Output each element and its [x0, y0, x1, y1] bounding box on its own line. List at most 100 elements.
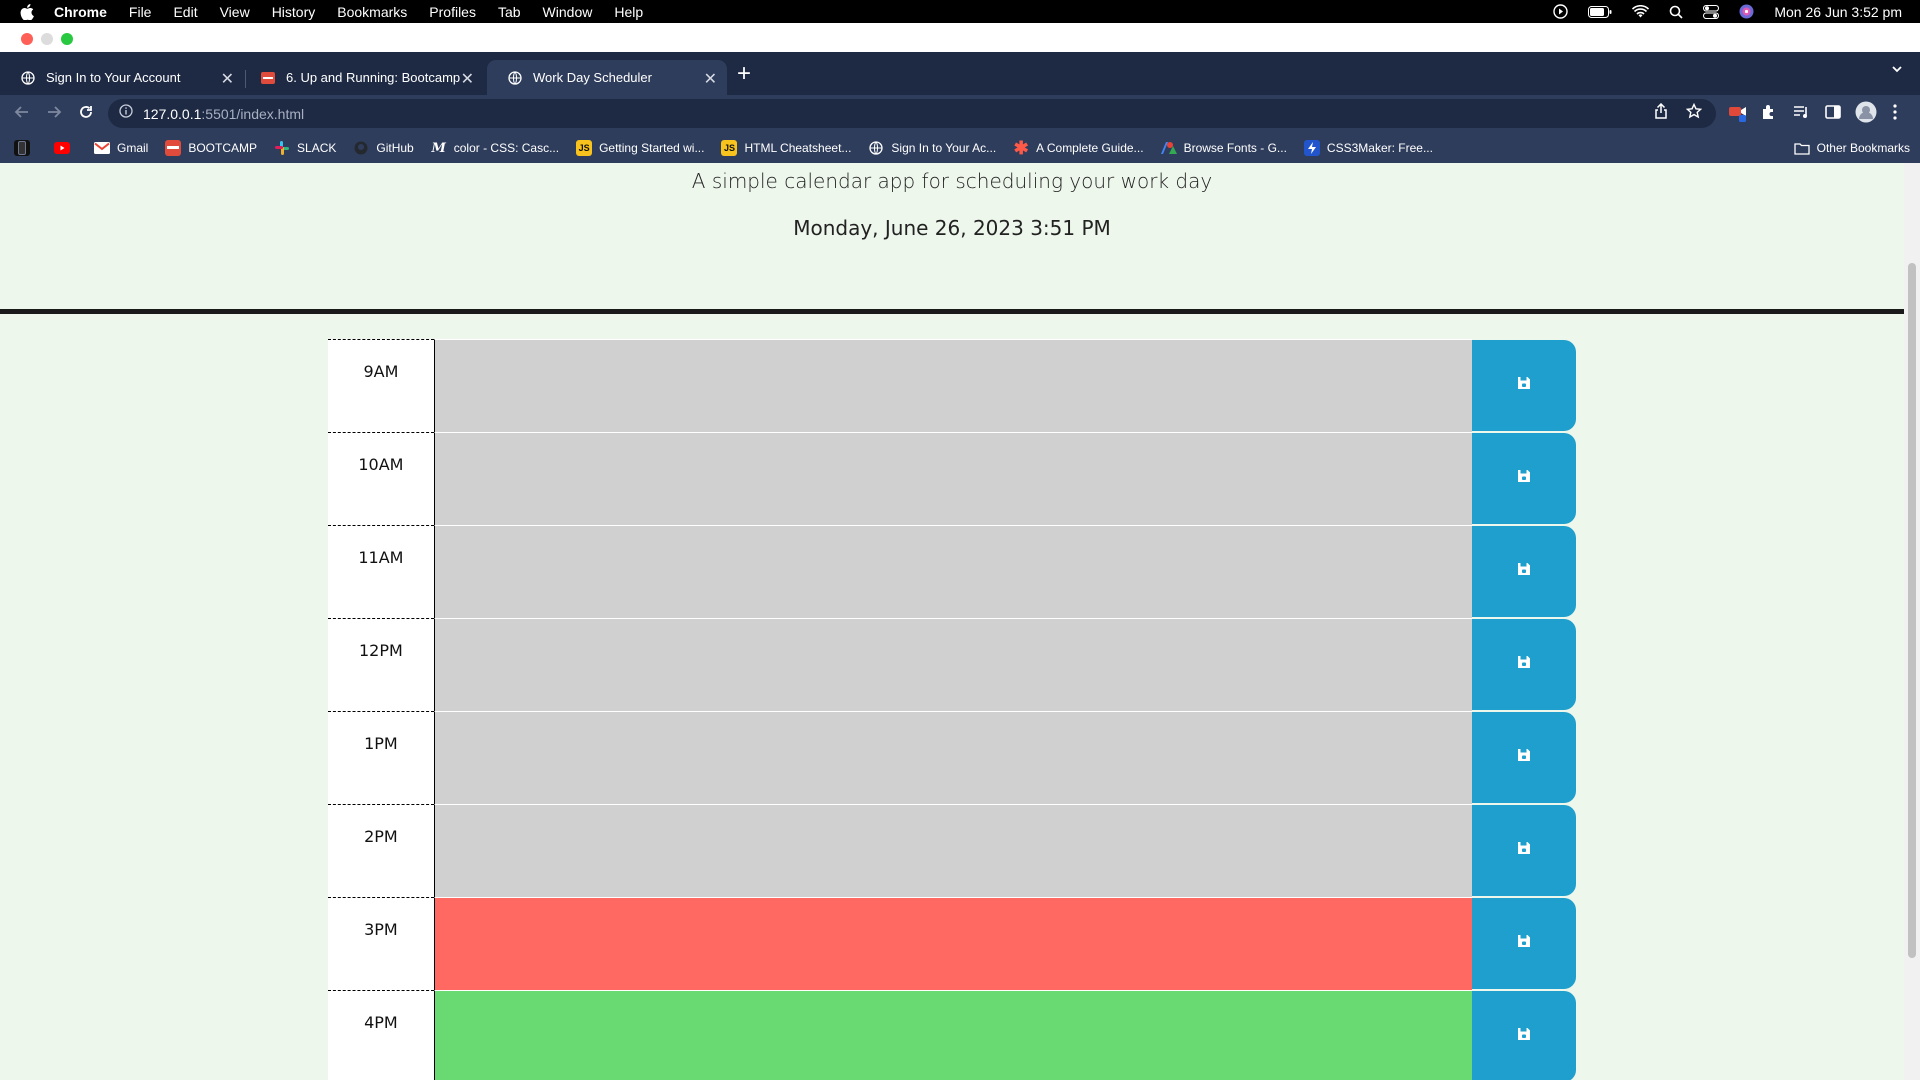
close-tab-icon[interactable]: ✕ — [704, 69, 717, 89]
bookmark-star-icon[interactable] — [1685, 102, 1703, 124]
url-path: :5501/index.html — [201, 105, 305, 122]
bookmark-google-fonts[interactable]: Browse Fonts - G... — [1160, 140, 1287, 156]
menu-profiles[interactable]: Profiles — [429, 4, 476, 20]
menu-tab[interactable]: Tab — [498, 4, 521, 20]
save-button[interactable] — [1472, 340, 1576, 431]
bookmarks-bar: Gmail BOOTCAMP SLACK GitHub M color - CS… — [0, 133, 1920, 163]
menu-window[interactable]: Window — [543, 4, 593, 20]
save-button[interactable] — [1472, 433, 1576, 524]
header-divider — [0, 309, 1904, 314]
bookmark-label: Gmail — [117, 141, 149, 155]
save-button[interactable] — [1472, 991, 1576, 1080]
event-description-input[interactable] — [433, 525, 1473, 618]
bookmark-gmail[interactable]: Gmail — [94, 140, 148, 156]
minimize-window-button[interactable] — [41, 33, 53, 45]
bookmark-slack[interactable]: SLACK — [274, 140, 336, 156]
time-block-row: 2PM — [328, 804, 1576, 897]
other-bookmarks-label: Other Bookmarks — [1816, 141, 1910, 155]
bookmark-youtube[interactable] — [54, 140, 77, 156]
event-description-input[interactable] — [433, 339, 1473, 432]
battery-icon[interactable] — [1588, 5, 1612, 18]
event-description-input[interactable] — [433, 804, 1473, 897]
site-info-icon[interactable] — [119, 104, 133, 123]
extensions-puzzle-icon[interactable] — [1760, 103, 1778, 126]
event-description-input[interactable] — [433, 897, 1473, 990]
bookmark-html-cheatsheet[interactable]: JS HTML Cheatsheet... — [721, 140, 851, 156]
hour-label: 2PM — [328, 804, 434, 897]
bookmark-bootcamp[interactable]: BOOTCAMP — [165, 140, 257, 156]
siri-icon[interactable] — [1739, 4, 1754, 19]
event-description-input[interactable] — [433, 990, 1473, 1080]
media-play-icon[interactable] — [1553, 4, 1569, 19]
other-bookmarks[interactable]: Other Bookmarks — [1793, 140, 1910, 156]
bookmark-phone[interactable] — [14, 140, 37, 156]
profile-avatar[interactable] — [1855, 101, 1877, 128]
save-button[interactable] — [1472, 526, 1576, 617]
side-panel-icon[interactable] — [1824, 103, 1842, 126]
save-button[interactable] — [1472, 712, 1576, 803]
save-icon — [1517, 748, 1531, 767]
tab-strip: Sign In to Your Account ✕ 6. Up and Runn… — [0, 52, 1920, 95]
event-description-input[interactable] — [433, 618, 1473, 711]
current-day: Monday, June 26, 2023 3:51 PM — [793, 216, 1111, 240]
bookmark-getting-started[interactable]: JS Getting Started wi... — [576, 140, 704, 156]
schedule: 9AM 10AM 11AM 12PM 1PM 2PM 3PM 4PM — [328, 339, 1576, 1080]
forward-arrow-icon[interactable] — [46, 104, 62, 125]
menu-app-name[interactable]: Chrome — [54, 4, 107, 20]
menu-file[interactable]: File — [129, 4, 152, 20]
page-scrollbar[interactable] — [1904, 163, 1920, 1080]
tab-work-day-scheduler[interactable]: Work Day Scheduler ✕ — [487, 60, 727, 95]
close-tab-icon[interactable]: ✕ — [221, 69, 234, 89]
tab-search-chevron-icon[interactable] — [1890, 62, 1904, 81]
save-button[interactable] — [1472, 619, 1576, 710]
bookmark-mdn-color[interactable]: M color - CSS: Casc... — [431, 140, 560, 156]
bookmark-github[interactable]: GitHub — [353, 140, 414, 156]
kebab-menu-icon[interactable] — [1892, 104, 1898, 125]
share-icon[interactable] — [1654, 102, 1668, 124]
close-tab-icon[interactable]: ✕ — [461, 69, 474, 89]
address-bar[interactable]: 127.0.0.1:5501/index.html — [108, 99, 1716, 128]
menu-edit[interactable]: Edit — [173, 4, 197, 20]
time-block-row: 3PM — [328, 897, 1576, 990]
window-title-area — [0, 23, 1920, 52]
save-button[interactable] — [1472, 805, 1576, 896]
macos-menu-bar: Chrome File Edit View History Bookmarks … — [0, 0, 1920, 23]
tab-title: Work Day Scheduler — [533, 70, 652, 85]
js-icon: JS — [721, 140, 738, 156]
apple-icon[interactable] — [20, 3, 36, 20]
tab-bootcamp[interactable]: 6. Up and Running: Bootcamp Co ✕ — [240, 60, 484, 95]
reload-icon[interactable] — [78, 104, 94, 125]
tab-title: 6. Up and Running: Bootcamp Co — [286, 70, 461, 85]
hour-label: 12PM — [328, 618, 434, 711]
menu-help[interactable]: Help — [614, 4, 643, 20]
control-center-icon[interactable] — [1703, 4, 1720, 19]
page-content: A simple calendar app for scheduling you… — [0, 163, 1904, 1080]
bookmark-css3maker[interactable]: CSS3Maker: Free... — [1303, 140, 1433, 156]
bookmark-complete-guide[interactable]: ✱ A Complete Guide... — [1013, 138, 1144, 158]
save-button[interactable] — [1472, 898, 1576, 989]
event-description-input[interactable] — [433, 711, 1473, 804]
new-tab-button[interactable]: + — [737, 62, 751, 86]
reading-list-icon[interactable] — [1792, 103, 1810, 126]
spotlight-search-icon[interactable] — [1669, 5, 1683, 19]
zoom-window-button[interactable] — [61, 33, 73, 45]
tab-sign-in[interactable]: Sign In to Your Account ✕ — [0, 60, 244, 95]
back-arrow-icon[interactable] — [14, 104, 30, 125]
mdn-icon: M — [431, 140, 446, 156]
menu-bookmarks[interactable]: Bookmarks — [337, 4, 407, 20]
menu-history[interactable]: History — [272, 4, 316, 20]
scrollbar-thumb[interactable] — [1908, 263, 1916, 958]
time-block-row: 10AM — [328, 432, 1576, 525]
time-block-row: 4PM — [328, 990, 1576, 1080]
time-block-row: 9AM — [328, 339, 1576, 432]
bookmark-sign-in[interactable]: Sign In to Your Ac... — [868, 140, 996, 156]
save-icon — [1517, 469, 1531, 488]
menu-view[interactable]: View — [220, 4, 250, 20]
bookmark-label: Getting Started wi... — [599, 141, 705, 155]
menubar-clock[interactable]: Mon 26 Jun 3:52 pm — [1774, 4, 1902, 20]
extension-video-icon[interactable] — [1728, 103, 1748, 128]
wifi-icon[interactable] — [1632, 5, 1650, 18]
save-icon — [1517, 841, 1531, 860]
close-window-button[interactable] — [21, 33, 33, 45]
event-description-input[interactable] — [433, 432, 1473, 525]
